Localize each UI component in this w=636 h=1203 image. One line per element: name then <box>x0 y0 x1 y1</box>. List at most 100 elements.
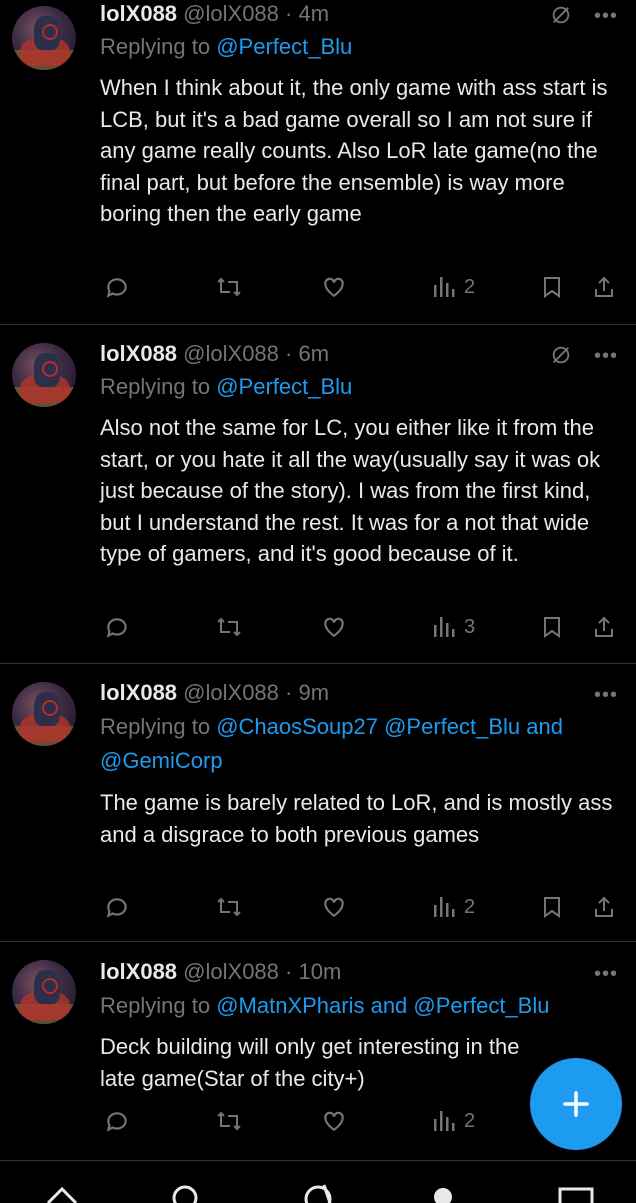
muted-conversation-icon[interactable] <box>550 4 572 26</box>
view-count: 3 <box>464 615 476 638</box>
tweet[interactable]: lolX088 @lolX088 · 9m ••• Replying to @C… <box>0 664 636 941</box>
heart-icon <box>324 897 344 917</box>
share-button[interactable] <box>592 272 616 302</box>
views-icon <box>434 617 455 637</box>
bottom-nav <box>0 1160 636 1203</box>
display-name[interactable]: lolX088 <box>100 680 177 705</box>
messages-icon[interactable] <box>556 1183 596 1203</box>
replying-to: Replying to @MatnXPharis and @Perfect_Bl… <box>100 993 550 1018</box>
retweet-button[interactable] <box>215 892 243 922</box>
view-count: 2 <box>464 895 476 918</box>
view-count: 2 <box>464 275 476 298</box>
bookmark-button[interactable] <box>540 892 564 922</box>
share-icon <box>595 276 613 297</box>
heart-icon <box>324 617 344 637</box>
retweet-button[interactable] <box>215 272 243 302</box>
heart-icon <box>324 277 344 297</box>
plus-icon <box>563 1091 589 1117</box>
mention-link[interactable]: @ChaosSoup27 @Perfect_Blu and <box>216 714 563 739</box>
notifications-icon[interactable] <box>428 1183 458 1203</box>
bookmark-icon <box>544 277 560 298</box>
share-button[interactable] <box>592 612 616 642</box>
tweet-actions: 2 <box>100 272 620 302</box>
search-icon[interactable] <box>170 1183 200 1203</box>
reply-icon <box>106 278 127 298</box>
muted-conversation-icon[interactable] <box>550 344 572 366</box>
tweet[interactable]: lolX088 @lolX088 · 4m ••• Replying to @P… <box>0 0 636 324</box>
username[interactable]: @lolX088 <box>183 959 279 984</box>
avatar[interactable] <box>12 6 76 70</box>
display-name[interactable]: lolX088 <box>100 1 177 26</box>
replying-to: Replying to @Perfect_Blu <box>100 34 353 59</box>
bookmark-button[interactable] <box>540 612 564 642</box>
tweet-text: Also not the same for LC, you either lik… <box>100 415 601 566</box>
heart-icon <box>324 1111 344 1131</box>
views-button[interactable]: 2 <box>432 272 475 302</box>
views-button[interactable]: 2 <box>432 1106 475 1136</box>
mention-link[interactable]: @Perfect_Blu <box>216 374 352 399</box>
like-button[interactable] <box>320 1106 348 1136</box>
like-button[interactable] <box>320 612 348 642</box>
compose-button[interactable] <box>530 1058 622 1150</box>
home-icon[interactable] <box>44 1183 80 1203</box>
avatar[interactable] <box>12 682 76 746</box>
tweet[interactable]: lolX088 @lolX088 · 6m ••• Replying to @P… <box>0 325 636 663</box>
reply-icon <box>106 898 127 918</box>
retweet-button[interactable] <box>215 612 243 642</box>
views-icon <box>434 277 455 297</box>
retweet-icon <box>217 617 241 637</box>
tweet-text: The game is barely related to LoR, and i… <box>100 790 613 847</box>
reply-button[interactable] <box>104 272 130 302</box>
views-icon <box>434 1111 455 1131</box>
views-icon <box>434 897 455 917</box>
tweet-actions: 3 <box>100 612 620 642</box>
username[interactable]: @lolX088 <box>183 1 279 26</box>
views-button[interactable]: 3 <box>432 612 475 642</box>
display-name[interactable]: lolX088 <box>100 959 177 984</box>
reply-button[interactable] <box>104 1106 130 1136</box>
bookmark-icon <box>544 617 560 638</box>
replying-to: Replying to @Perfect_Blu <box>100 374 353 399</box>
reply-icon <box>106 1112 127 1132</box>
bookmark-icon <box>544 897 560 918</box>
view-count: 2 <box>464 1109 476 1132</box>
reply-button[interactable] <box>104 612 130 642</box>
mention-link[interactable]: @MatnXPharis and @Perfect_Blu <box>216 993 549 1018</box>
more-options-icon[interactable]: ••• <box>594 964 618 984</box>
replying-to: Replying to @ChaosSoup27 @Perfect_Blu an… <box>100 714 563 739</box>
more-options-icon[interactable]: ••• <box>594 685 618 705</box>
retweet-icon <box>217 1111 241 1131</box>
replying-to-continued: @GemiCorp <box>100 744 223 778</box>
retweet-icon <box>217 897 241 917</box>
reply-button[interactable] <box>104 892 130 922</box>
avatar[interactable] <box>12 343 76 407</box>
share-button[interactable] <box>592 892 616 922</box>
retweet-icon <box>217 277 241 297</box>
mention-link[interactable]: @GemiCorp <box>100 748 223 773</box>
like-button[interactable] <box>320 272 348 302</box>
retweet-button[interactable] <box>215 1106 243 1136</box>
avatar[interactable] <box>12 960 76 1024</box>
tweet-header: lolX088 @lolX088 · 9m <box>100 680 330 705</box>
mention-link[interactable]: @Perfect_Blu <box>216 34 352 59</box>
tweet-header: lolX088 @lolX088 · 6m <box>100 341 330 366</box>
more-options-icon[interactable]: ••• <box>594 6 618 26</box>
views-button[interactable]: 2 <box>432 892 475 922</box>
timestamp[interactable]: 6m <box>298 341 329 366</box>
username[interactable]: @lolX088 <box>183 680 279 705</box>
grok-icon[interactable] <box>300 1183 336 1203</box>
tweet-text: When I think about it, the only game wit… <box>100 75 608 226</box>
tweet-text: Deck building will only get interesting … <box>100 1034 520 1091</box>
share-icon <box>595 896 613 917</box>
timestamp[interactable]: 4m <box>298 1 329 26</box>
like-button[interactable] <box>320 892 348 922</box>
timestamp[interactable]: 10m <box>298 959 341 984</box>
tweet-actions: 2 <box>100 892 620 922</box>
username[interactable]: @lolX088 <box>183 341 279 366</box>
tweet-header: lolX088 @lolX088 · 10m <box>100 959 342 984</box>
bookmark-button[interactable] <box>540 272 564 302</box>
timestamp[interactable]: 9m <box>298 680 329 705</box>
reply-icon <box>106 618 127 638</box>
more-options-icon[interactable]: ••• <box>594 346 618 366</box>
display-name[interactable]: lolX088 <box>100 341 177 366</box>
